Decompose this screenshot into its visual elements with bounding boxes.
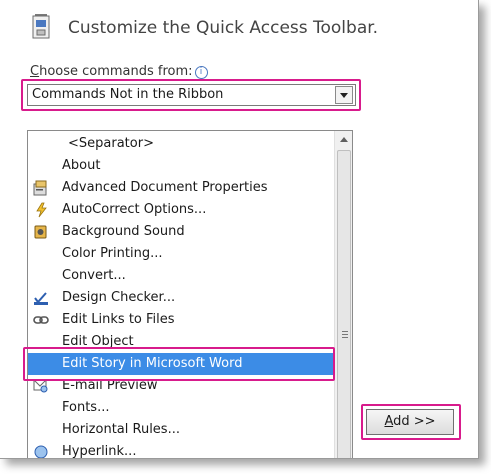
customize-toolbar-panel: Customize the Quick Access Toolbar. Choo… [0, 0, 479, 459]
toolbar-customize-icon [32, 14, 50, 39]
list-item-label: Hyperlink... [62, 444, 137, 459]
autocorrect-lightning-icon [36, 202, 47, 218]
add-button[interactable]: Add >> [366, 409, 454, 435]
info-icon[interactable]: i [194, 66, 208, 79]
add-button-label: dd >> [393, 414, 436, 429]
list-item-label: Background Sound [62, 224, 185, 239]
list-item-label: Fonts... [62, 400, 110, 415]
list-item-convert[interactable]: Convert... [28, 265, 333, 287]
dropdown-selected-value: Commands Not in the Ribbon [32, 87, 224, 102]
choose-label-access-key: C [30, 64, 40, 79]
scroll-up-arrow-icon[interactable] [335, 131, 352, 148]
list-item-hyperlink[interactable]: Hyperlink... [28, 441, 333, 459]
list-item-edit-links-to-files[interactable]: Edit Links to Files [28, 309, 333, 331]
list-item-label: Advanced Document Properties [62, 180, 268, 195]
design-checker-icon [34, 292, 48, 305]
list-item-background-sound[interactable]: Background Sound [28, 221, 333, 243]
chain-link-icon [33, 316, 49, 324]
list-item-label: About [62, 158, 101, 173]
add-button-access-key: A [384, 414, 394, 429]
list-item-separator[interactable]: <Separator> [28, 133, 333, 155]
selected-item-highlight-box [23, 347, 335, 381]
list-item-design-checker[interactable]: Design Checker... [28, 287, 333, 309]
list-item-label: Edit Links to Files [62, 312, 175, 327]
commands-list[interactable]: <Separator> About Advanced Document Prop… [27, 130, 353, 459]
list-item-label: AutoCorrect Options... [62, 202, 207, 217]
list-item-label: Convert... [62, 268, 126, 283]
list-item-fonts[interactable]: Fonts... [28, 397, 333, 419]
list-item-label: Color Printing... [62, 246, 163, 261]
choose-commands-label: Choose commands from: i [30, 64, 208, 79]
document-properties-icon [33, 180, 47, 196]
list-item-label: Horizontal Rules... [62, 422, 180, 437]
list-item-label: <Separator> [68, 136, 154, 151]
list-item-label: Design Checker... [62, 290, 176, 305]
sound-speaker-icon [34, 225, 47, 239]
choose-label-text: hoose commands from: [39, 64, 193, 79]
scrollbar-thumb[interactable] [337, 150, 351, 458]
list-scrollbar[interactable] [334, 131, 352, 458]
list-item-autocorrect-options[interactable]: AutoCorrect Options... [28, 199, 333, 221]
list-item-advanced-document-properties[interactable]: Advanced Document Properties [28, 177, 333, 199]
list-item-about[interactable]: About [28, 155, 333, 177]
page-title: Customize the Quick Access Toolbar. [68, 18, 379, 38]
list-item-color-printing[interactable]: Color Printing... [28, 243, 333, 265]
choose-commands-dropdown[interactable]: Commands Not in the Ribbon [27, 84, 356, 106]
scrollbar-grip-icon [342, 331, 348, 332]
hyperlink-icon [34, 445, 48, 458]
dropdown-arrow-icon[interactable] [335, 86, 353, 104]
list-item-horizontal-rules[interactable]: Horizontal Rules... [28, 419, 333, 441]
